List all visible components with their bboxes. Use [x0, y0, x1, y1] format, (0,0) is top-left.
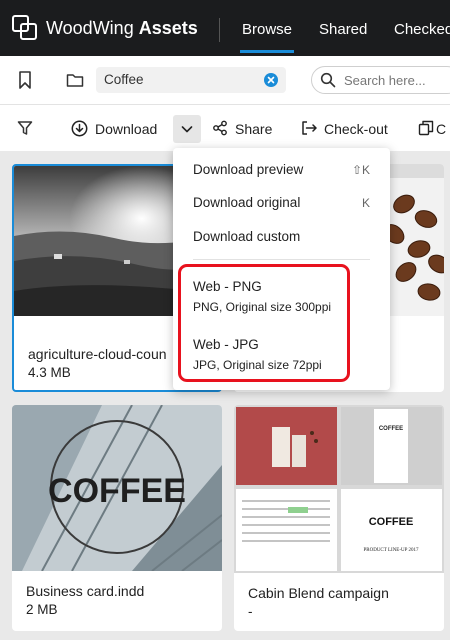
asset-size: -: [248, 604, 253, 619]
tab-checked[interactable]: Checked: [394, 21, 450, 38]
search-icon: [320, 72, 336, 88]
copy-icon[interactable]: [418, 120, 434, 136]
folder-filter-value: Coffee: [104, 72, 144, 87]
asset-title: Cabin Blend campaign: [248, 585, 389, 601]
menu-item-download-preview[interactable]: Download preview: [193, 162, 303, 177]
share-icon[interactable]: [212, 120, 228, 136]
asset-thumbnail-collage: COFFEE COFFEE PRODUCT LINE-UP 2017: [234, 405, 444, 573]
asset-size: 2 MB: [26, 602, 58, 617]
asset-thumbnail-coffee-sign: COFFEE: [12, 405, 222, 571]
menu-item-download-original[interactable]: Download original: [193, 195, 300, 210]
mini-coffee-text: COFFEE: [369, 516, 414, 528]
clear-folder-button[interactable]: [264, 73, 278, 87]
brand-regular: WoodWing: [46, 18, 134, 38]
brand-bold: Assets: [138, 18, 198, 38]
filter-icon[interactable]: [17, 120, 33, 136]
asset-card-cabin-blend[interactable]: COFFEE COFFEE PRODUCT LINE-UP 2017 Cabin…: [234, 405, 444, 631]
close-icon: [267, 76, 275, 84]
bookmark-icon[interactable]: [17, 70, 33, 90]
coffee-logo-text: COFFEE: [48, 472, 186, 510]
download-options-toggle[interactable]: [173, 115, 201, 143]
menu-divider: [193, 259, 370, 260]
check-out-button[interactable]: Check-out: [324, 121, 388, 137]
svg-text:COFFEE: COFFEE: [379, 426, 403, 432]
woodwing-logo-icon: [12, 15, 37, 40]
tab-browse[interactable]: Browse: [239, 21, 295, 53]
shortcut-download-preview: ⇧K: [351, 163, 370, 177]
asset-card-business-card[interactable]: COFFEE Business card.indd 2 MB: [12, 405, 222, 631]
menu-item-download-custom[interactable]: Download custom: [193, 229, 300, 244]
check-out-icon[interactable]: [301, 120, 318, 136]
asset-title: Business card.indd: [26, 583, 145, 599]
chevron-down-icon: [181, 126, 193, 133]
more-toolbar-label: C: [436, 121, 447, 137]
tab-shared[interactable]: Shared: [319, 21, 367, 38]
folder-icon[interactable]: [66, 72, 84, 88]
share-button[interactable]: Share: [235, 121, 272, 137]
asset-title: agriculture-cloud-coun: [28, 346, 167, 362]
search-placeholder: Search here...: [344, 73, 426, 88]
highlight-annotation-box: [178, 264, 350, 382]
app-brand: WoodWing Assets: [46, 18, 198, 39]
mini-caption-text: PRODUCT LINE-UP 2017: [363, 548, 419, 553]
nav-divider: [219, 18, 220, 42]
download-icon[interactable]: [71, 120, 88, 137]
top-bar: WoodWing Assets Browse Shared Checked: [0, 0, 450, 56]
download-button[interactable]: Download: [95, 121, 157, 137]
shortcut-download-original: K: [361, 196, 370, 210]
asset-size: 4.3 MB: [28, 365, 71, 380]
download-dropdown-menu: Download preview ⇧K Download original K …: [173, 148, 390, 390]
